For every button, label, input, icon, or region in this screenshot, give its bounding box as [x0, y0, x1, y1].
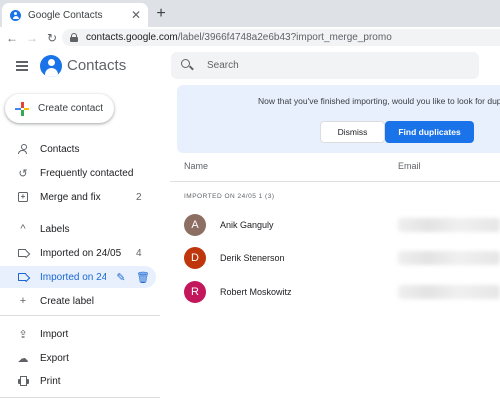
sidebar-item-print[interactable]: Print: [0, 370, 156, 392]
sidebar-item-import[interactable]: ⇪ Import: [0, 323, 156, 345]
label-count-badge: 4: [136, 247, 142, 259]
address-bar[interactable]: contacts.google.com/label/3966f4748a2e6b…: [62, 29, 500, 46]
lock-icon: [70, 33, 78, 42]
chevron-up-icon: ^: [20, 223, 26, 235]
sidebar-item-frequently-contacted[interactable]: ↺ Frequently contacted: [0, 162, 156, 184]
sidebar-item-export[interactable]: ☁ Export: [0, 347, 156, 369]
contacts-logo-icon: [40, 55, 62, 77]
contact-name: Anik Ganguly: [220, 220, 274, 230]
new-tab-button[interactable]: +: [152, 5, 170, 23]
sidebar-item-label: Frequently contacted: [40, 167, 134, 179]
column-header-email[interactable]: Email: [398, 161, 421, 171]
contact-name: Robert Moskowitz: [220, 287, 292, 297]
cloud-icon: ☁: [17, 352, 29, 365]
search-icon[interactable]: [181, 58, 195, 73]
print-icon: [17, 375, 29, 387]
app-header: Contacts: [0, 48, 500, 86]
merge-count-badge: 2: [136, 191, 142, 203]
reload-icon[interactable]: ↻: [44, 30, 60, 46]
sidebar-item-create-label[interactable]: + Create label: [0, 290, 156, 312]
colorful-plus-icon: [15, 101, 29, 116]
plus-icon: +: [19, 295, 27, 307]
find-duplicates-banner: Now that you've finished importing, woul…: [177, 85, 500, 153]
forward-arrow-icon[interactable]: →: [24, 30, 40, 46]
sidebar-item-label: Import: [40, 328, 69, 340]
browser-tab[interactable]: Google Contacts ✕: [2, 3, 148, 27]
create-contact-label: Create contact: [38, 103, 104, 114]
table-header-divider: [170, 181, 500, 182]
labels-heading: Labels: [40, 223, 70, 235]
browser-toolbar: ← → ↻ contacts.google.com/label/3966f474…: [0, 27, 500, 48]
sidebar-divider: [0, 397, 160, 398]
sidebar-item-label: Merge and fix: [40, 191, 101, 203]
history-icon: ↺: [18, 167, 28, 180]
sidebar-item-label-imported-1[interactable]: Imported on 24/05 4: [0, 242, 156, 264]
label-icon: [17, 271, 29, 283]
person-icon: [17, 143, 29, 155]
url-text: contacts.google.com/label/3966f4748a2e6b…: [86, 32, 392, 43]
close-tab-icon[interactable]: ✕: [128, 7, 144, 23]
sidebar-item-label: Imported on 24/05: [40, 247, 122, 259]
tab-title: Google Contacts: [28, 9, 103, 21]
contact-name: Derik Stenerson: [220, 253, 285, 263]
dismiss-button[interactable]: Dismiss: [320, 121, 385, 143]
find-duplicates-button[interactable]: Find duplicates: [385, 121, 474, 143]
blurred-email: [398, 251, 500, 265]
merge-icon: +: [17, 191, 29, 203]
main-menu-icon[interactable]: [16, 61, 28, 71]
sidebar-item-label: Create label: [40, 295, 94, 307]
delete-trash-icon[interactable]: 🗑: [136, 271, 150, 284]
avatar: A: [184, 214, 206, 236]
table-row[interactable]: R Robert Moskowitz: [170, 278, 500, 308]
blurred-email: [398, 218, 500, 232]
contacts-favicon-icon: [10, 9, 21, 21]
avatar: D: [184, 247, 206, 269]
sidebar-item-merge-and-fix[interactable]: + Merge and fix 2: [0, 186, 156, 208]
sidebar-item-label: Contacts: [40, 143, 80, 155]
search-bar[interactable]: [171, 52, 479, 79]
column-header-name[interactable]: Name: [184, 161, 208, 171]
avatar: R: [184, 281, 206, 303]
labels-section-toggle[interactable]: ^ Labels: [0, 218, 156, 240]
sidebar-item-label: Print: [40, 375, 61, 387]
sidebar-item-contacts[interactable]: Contacts: [0, 138, 156, 160]
edit-pencil-icon[interactable]: ✎: [115, 271, 127, 284]
browser-tab-strip: Google Contacts ✕ +: [0, 0, 500, 27]
back-arrow-icon[interactable]: ←: [4, 30, 20, 46]
create-contact-button[interactable]: Create contact: [5, 94, 114, 123]
sidebar: Create contact Contacts ↺ Frequently con…: [0, 86, 160, 404]
upload-icon: ⇪: [18, 328, 28, 341]
label-icon: [17, 247, 29, 259]
sidebar-item-label: Imported on 24/05: [40, 271, 106, 283]
search-input[interactable]: [207, 60, 479, 71]
banner-message: Now that you've finished importing, woul…: [258, 96, 500, 106]
sidebar-divider: [0, 315, 160, 316]
blurred-email: [398, 285, 500, 299]
sidebar-item-label: Export: [40, 352, 69, 364]
sidebar-item-label-imported-2[interactable]: Imported on 24/05 ✎ 🗑: [0, 266, 156, 288]
app-title: Contacts: [67, 57, 127, 74]
section-heading: IMPORTED ON 24/05 1 (3): [184, 193, 275, 200]
table-row[interactable]: A Anik Ganguly: [170, 211, 500, 241]
table-row[interactable]: D Derik Stenerson: [170, 244, 500, 274]
